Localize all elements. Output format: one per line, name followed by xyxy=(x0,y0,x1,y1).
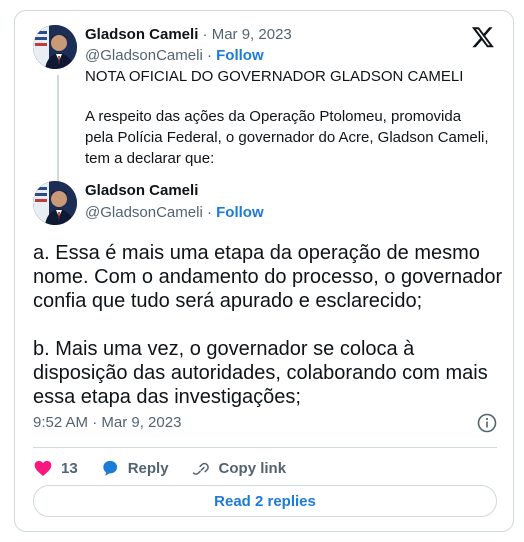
text-line: b. Mais uma vez, o governador se coloca … xyxy=(33,338,415,360)
tweet2-handle-row: @GladsonCameli · Follow xyxy=(85,203,264,223)
like-button[interactable]: 13 xyxy=(33,458,78,478)
copy-link-button[interactable]: Copy link xyxy=(191,458,287,478)
tweet2-paragraph-a: a. Essa é mais uma etapa da operação de … xyxy=(33,241,503,313)
separator-dot: · xyxy=(206,204,212,221)
separator-dot: · xyxy=(206,47,212,64)
tweet1-line-4: tem a declarar que: xyxy=(85,150,215,167)
text-line: confia que tudo será apurado e esclareci… xyxy=(33,290,423,312)
reply-bubble-icon xyxy=(103,460,117,476)
text-line: essa etapa das investigações; xyxy=(33,386,301,408)
tweet1-handle-row: @GladsonCameli · Follow xyxy=(85,46,264,66)
heart-icon xyxy=(34,460,52,476)
embedded-tweet-card: Gladson Cameli · Mar 9, 2023 @GladsonCam… xyxy=(14,10,514,532)
avatar[interactable] xyxy=(33,181,77,225)
action-bar: 13 Reply Copy link xyxy=(33,454,308,482)
text-line: nome. Com o andamento do processo, o gov… xyxy=(33,266,503,288)
tweet2-header: Gladson Cameli xyxy=(85,181,198,201)
author-name[interactable]: Gladson Cameli xyxy=(85,26,198,43)
tweet-date[interactable]: · Mar 9, 2023 xyxy=(203,26,292,43)
author-name[interactable]: Gladson Cameli xyxy=(85,182,198,199)
link-icon xyxy=(192,462,209,475)
x-logo-icon[interactable] xyxy=(471,25,495,49)
author-handle[interactable]: @GladsonCameli xyxy=(85,204,203,221)
tweet-timestamp[interactable]: 9:52 AM · Mar 9, 2023 xyxy=(33,413,181,433)
info-icon[interactable] xyxy=(477,413,497,433)
avatar[interactable] xyxy=(33,25,77,69)
follow-button[interactable]: Follow xyxy=(216,47,264,64)
author-handle[interactable]: @GladsonCameli xyxy=(85,47,203,64)
tweet1-line-1: NOTA OFICIAL DO GOVERNADOR GLADSON CAMEL… xyxy=(85,68,464,85)
reply-button[interactable]: Reply xyxy=(100,458,169,478)
like-count: 13 xyxy=(61,459,78,477)
thread-line xyxy=(57,75,59,181)
tweet1-line-2: A respeito das ações da Operação Ptolome… xyxy=(85,108,462,125)
reply-label: Reply xyxy=(127,459,169,477)
copy-link-label: Copy link xyxy=(218,459,287,477)
text-line: disposição das autoridades, colaborando … xyxy=(33,362,488,384)
tweet1-line-3: pela Polícia Federal, o governador do Ac… xyxy=(85,129,489,146)
tweet1-header: Gladson Cameli · Mar 9, 2023 xyxy=(85,25,292,45)
read-replies-button[interactable]: Read 2 replies xyxy=(33,485,497,517)
divider xyxy=(33,447,497,448)
follow-button[interactable]: Follow xyxy=(216,204,264,221)
text-line: a. Essa é mais uma etapa da operação de … xyxy=(33,242,480,264)
tweet2-paragraph-b: b. Mais uma vez, o governador se coloca … xyxy=(33,337,503,409)
